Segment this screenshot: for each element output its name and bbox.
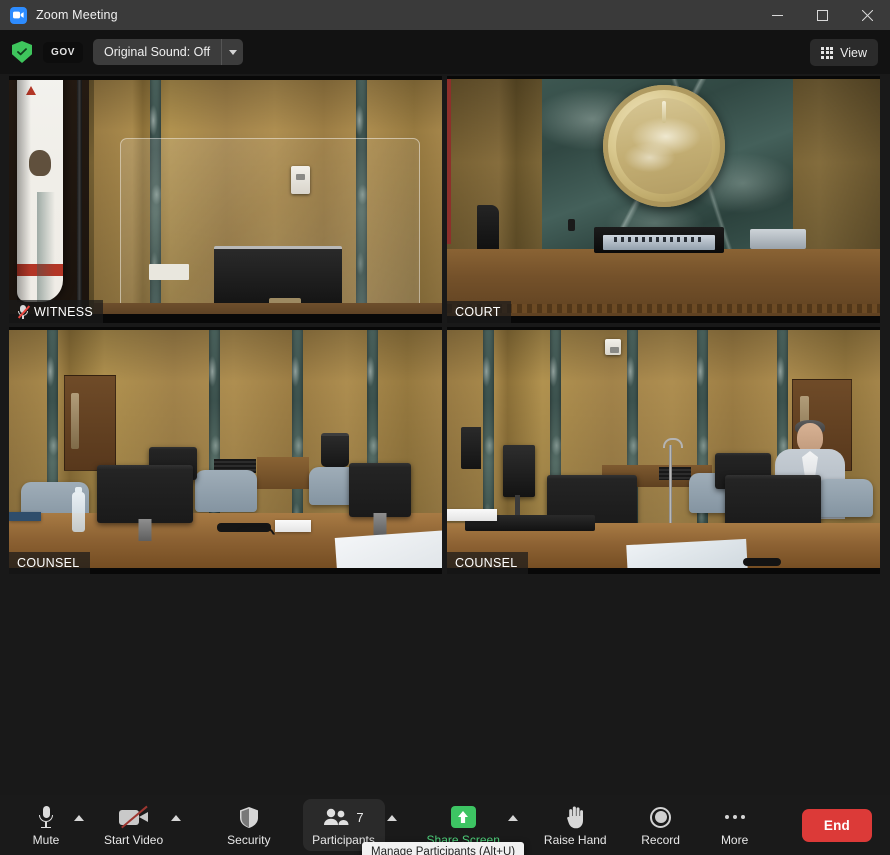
gov-badge: GOV [43,42,83,63]
mic-muted-icon [17,304,29,319]
tile-name-badge: COURT [447,301,511,323]
share-options-chevron-up-icon[interactable] [508,815,518,821]
window-title: Zoom Meeting [36,8,118,22]
grid-icon [821,47,833,59]
court-camera-feed [447,76,880,323]
video-stage: WITNESS [0,74,890,795]
raise-hand-button[interactable]: Raise Hand [538,799,613,851]
raise-hand-label: Raise Hand [544,834,607,846]
video-tile-court[interactable]: COURT [447,76,880,323]
view-button[interactable]: View [810,39,878,66]
record-circle-icon [650,804,671,830]
close-button[interactable] [845,0,890,30]
zoom-camera-icon [10,7,27,24]
zoom-meeting-window: Zoom Meeting GOV Original Sound: Off [0,0,890,855]
chevron-down-icon[interactable] [221,39,243,65]
audio-options-chevron-up-icon[interactable] [74,815,84,821]
video-tile-witness[interactable]: WITNESS [9,76,442,323]
video-options-chevron-up-icon[interactable] [171,815,181,821]
view-label: View [840,46,867,60]
tile-name-badge: WITNESS [9,300,103,323]
security-label: Security [227,834,270,846]
tile-name-badge: COUNSEL [9,552,90,574]
security-button[interactable]: Security [221,799,276,851]
participants-tooltip: Manage Participants (Alt+U) [362,842,524,855]
record-label: Record [641,834,680,846]
people-icon: 7 [323,804,363,830]
title-bar: Zoom Meeting [0,0,890,30]
participant-name: COUNSEL [455,556,518,570]
video-tile-counsel-right[interactable]: COUNSEL [447,327,880,574]
video-tile-counsel-left[interactable]: COUNSEL [9,327,442,574]
end-label: End [824,818,850,833]
share-arrow-up-icon [451,804,476,830]
record-button[interactable]: Record [635,799,687,851]
maximize-button[interactable] [800,0,845,30]
more-button[interactable]: More [709,799,761,851]
top-control-bar: GOV Original Sound: Off View [0,30,890,74]
counsel-left-camera-feed [9,327,442,574]
start-video-label: Start Video [104,834,163,846]
ellipsis-icon [725,804,745,830]
green-shield-check-icon[interactable] [12,41,32,63]
mute-button[interactable]: Mute [20,799,72,851]
california-state-seal [603,85,725,207]
mute-label: Mute [33,834,60,846]
camera-off-icon [119,804,149,830]
participants-chevron-up-icon[interactable] [387,815,397,821]
start-video-button[interactable]: Start Video [98,799,169,851]
minimize-button[interactable] [755,0,800,30]
microphone-icon [38,804,54,830]
participants-count: 7 [356,810,363,825]
more-label: More [721,834,748,846]
gallery-grid: WITNESS [9,76,880,574]
hand-icon [565,804,586,830]
meeting-toolbar: Mute Start Video Security [0,795,890,855]
participant-name: COUNSEL [17,556,80,570]
tile-name-badge: COUNSEL [447,552,528,574]
participant-name: COURT [455,305,501,319]
participant-name: WITNESS [34,305,93,319]
witness-camera-feed [9,76,442,323]
shield-icon [239,804,259,830]
window-controls [755,0,890,30]
end-meeting-button[interactable]: End [802,809,872,842]
counsel-right-camera-feed [447,327,880,574]
original-sound-label: Original Sound: Off [93,39,221,65]
original-sound-control[interactable]: Original Sound: Off [93,39,243,65]
